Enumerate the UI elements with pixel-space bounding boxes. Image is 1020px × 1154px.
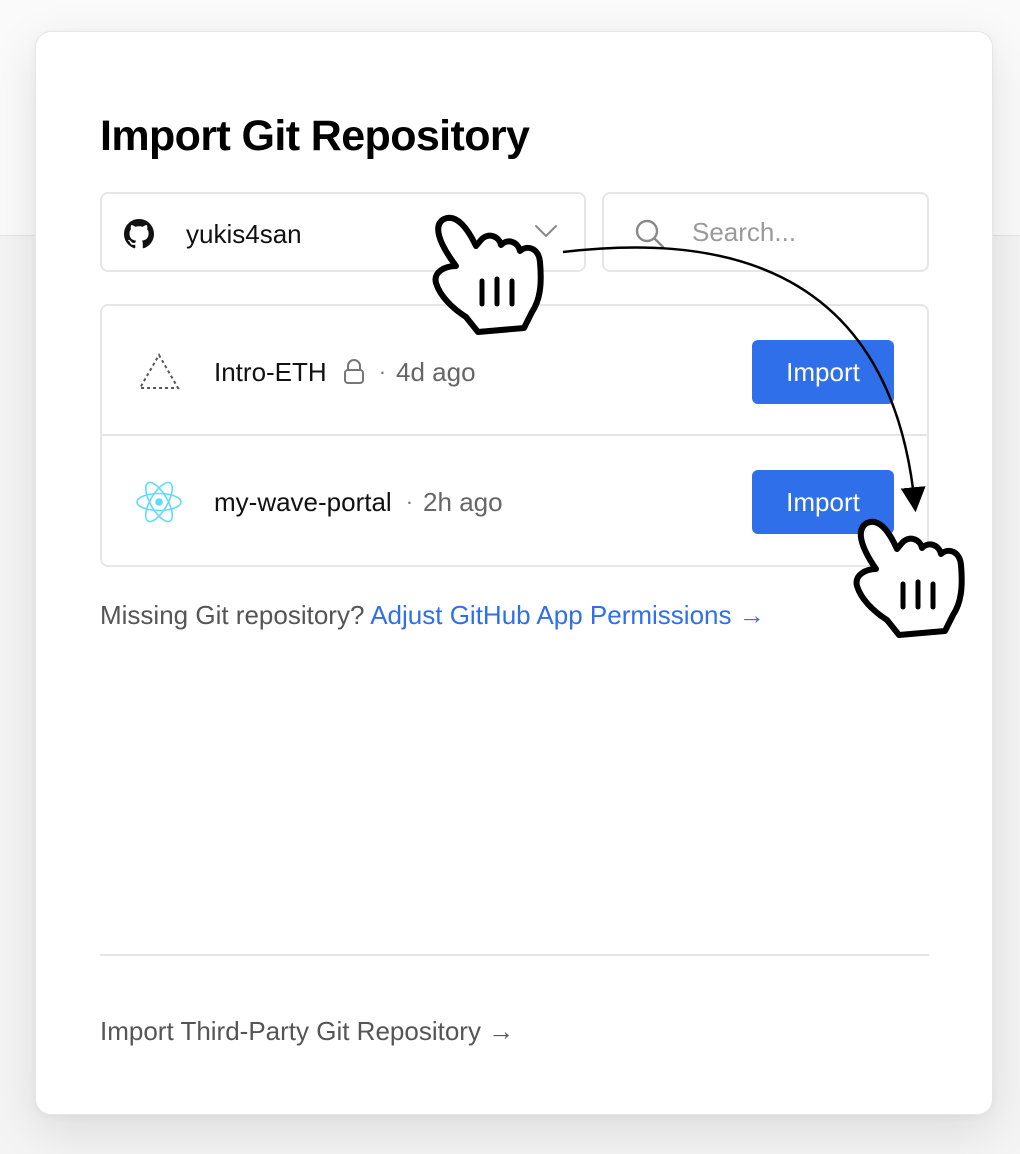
- meta-separator: ·: [378, 359, 387, 384]
- repository-row: Intro-ETH · 4d ago Import: [102, 306, 927, 436]
- chevron-down-icon: [535, 225, 557, 237]
- import-repository-card: Import Git Repository yukis4san Intro-ET…: [35, 31, 993, 1115]
- repository-name: my-wave-portal: [214, 486, 392, 517]
- import-third-party-link[interactable]: Import Third-Party Git Repository →: [100, 1016, 514, 1047]
- import-button[interactable]: Import: [752, 470, 894, 534]
- adjust-permissions-link[interactable]: Adjust GitHub App Permissions →: [370, 600, 765, 630]
- missing-repository-note: Missing Git repository? Adjust GitHub Ap…: [100, 600, 765, 631]
- page-title: Import Git Repository: [100, 112, 530, 160]
- repository-row: my-wave-portal · 2h ago Import: [102, 436, 927, 565]
- repository-name: Intro-ETH: [214, 356, 327, 387]
- repository-meta: my-wave-portal · 2h ago: [214, 486, 503, 518]
- github-icon: [124, 219, 154, 249]
- account-selector[interactable]: yukis4san: [100, 192, 586, 272]
- triangle-outline-icon: [138, 352, 180, 389]
- missing-repository-text: Missing Git repository?: [100, 600, 371, 630]
- search-input[interactable]: [692, 212, 912, 252]
- repository-list: Intro-ETH · 4d ago Import my-wave-portal…: [100, 304, 929, 567]
- lock-icon: [343, 359, 364, 384]
- react-atom-icon: [136, 481, 182, 523]
- meta-separator: ·: [405, 489, 414, 514]
- repository-meta: Intro-ETH · 4d ago: [214, 356, 476, 388]
- import-button[interactable]: Import: [752, 340, 894, 404]
- repository-updated: 2h ago: [423, 486, 503, 517]
- divider: [100, 954, 929, 956]
- repository-updated: 4d ago: [396, 356, 476, 387]
- search-field[interactable]: [602, 192, 929, 272]
- search-icon: [635, 219, 665, 249]
- account-name: yukis4san: [186, 219, 302, 249]
